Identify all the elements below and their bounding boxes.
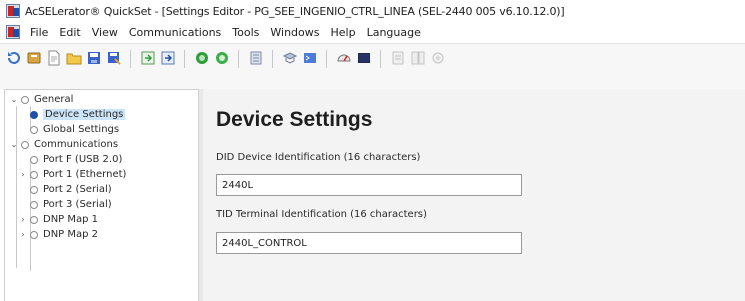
settings-node-icon <box>30 185 38 194</box>
menu-windows[interactable]: Windows <box>266 26 326 39</box>
toolbar-separator <box>130 50 131 68</box>
tree-item-port-1[interactable]: › Port 1 (Ethernet) <box>18 167 126 182</box>
menu-tools[interactable]: Tools <box>228 26 266 39</box>
event-history-icon[interactable] <box>356 50 372 66</box>
tree-item-label: Device Settings <box>43 109 126 120</box>
help-topics-icon[interactable] <box>282 50 298 66</box>
tree-item-label: Port 3 (Serial) <box>43 199 112 210</box>
tree-item-label: DNP Map 2 <box>43 229 99 240</box>
tid-field-label: TID Terminal Identification (16 characte… <box>216 209 427 220</box>
menu-communications[interactable]: Communications <box>125 26 228 39</box>
toolbar-separator <box>326 50 327 68</box>
terminal-window-icon[interactable] <box>302 50 318 66</box>
settings-database-icon[interactable] <box>26 50 42 66</box>
menu-view[interactable]: View <box>88 26 125 39</box>
toolbar-separator <box>380 50 381 68</box>
tree-guide-line <box>16 106 17 268</box>
menu-edit[interactable]: Edit <box>55 26 87 39</box>
save-icon[interactable] <box>86 50 102 66</box>
send-settings-icon[interactable] <box>160 50 176 66</box>
disabled-report-icon <box>392 51 404 65</box>
tree-item-communications[interactable]: ⌄ Communications <box>9 137 118 152</box>
menu-file[interactable]: File <box>26 26 55 39</box>
tree-item-port-3[interactable]: Port 3 (Serial) <box>30 197 112 212</box>
disconnect-icon[interactable] <box>214 50 230 66</box>
bullet-icon <box>30 110 38 119</box>
settings-node-icon <box>30 230 38 239</box>
tree-item-label: Global Settings <box>43 124 120 135</box>
connect-icon[interactable] <box>194 50 210 66</box>
tree-item-label: Port F (USB 2.0) <box>43 154 123 165</box>
settings-node-icon <box>21 140 29 149</box>
toolbar-separator <box>238 50 239 68</box>
settings-tree: ⌄ General Device Settings Global Setting… <box>4 89 199 301</box>
tree-item-port-f[interactable]: Port F (USB 2.0) <box>30 152 122 167</box>
settings-node-icon <box>30 200 38 209</box>
tree-item-label: Port 2 (Serial) <box>43 184 112 195</box>
menu-language[interactable]: Language <box>363 26 428 39</box>
title-bar: AcSELerator® QuickSet - [Settings Editor… <box>0 0 745 22</box>
tree-item-device-settings[interactable]: Device Settings <box>30 107 126 122</box>
tid-terminal-identification-input[interactable] <box>216 232 522 254</box>
toolbar-separator <box>184 50 185 68</box>
disabled-settings-icon <box>432 52 444 64</box>
chevron-right-icon[interactable]: › <box>18 170 28 179</box>
menu-bar: File Edit View Communications Tools Wind… <box>0 22 745 42</box>
refresh-icon[interactable] <box>6 50 22 66</box>
tree-item-label: Port 1 (Ethernet) <box>43 169 127 180</box>
chevron-down-icon[interactable]: ⌄ <box>9 95 19 104</box>
tree-item-general[interactable]: ⌄ General <box>9 92 74 107</box>
toolbar-separator <box>272 50 273 68</box>
quickset-app-icon <box>6 4 20 18</box>
toolbar <box>0 43 745 89</box>
page-title: Device Settings <box>216 108 373 131</box>
tree-item-global-settings[interactable]: Global Settings <box>30 122 119 137</box>
chevron-right-icon[interactable]: › <box>18 215 28 224</box>
did-field-label: DID Device Identification (16 characters… <box>216 152 421 163</box>
settings-node-icon <box>30 215 38 224</box>
new-document-icon[interactable] <box>46 50 62 66</box>
menu-help[interactable]: Help <box>327 26 363 39</box>
tree-item-label: Communications <box>34 139 119 150</box>
open-folder-icon[interactable] <box>66 50 82 66</box>
read-settings-icon[interactable] <box>140 50 156 66</box>
settings-node-icon <box>30 155 38 164</box>
tree-item-label: DNP Map 1 <box>43 214 99 225</box>
save-as-icon[interactable] <box>106 50 122 66</box>
communication-parameters-icon[interactable] <box>248 50 264 66</box>
tree-item-port-2[interactable]: Port 2 (Serial) <box>30 182 112 197</box>
tree-item-dnp-map-2[interactable]: › DNP Map 2 <box>18 227 98 242</box>
chevron-right-icon[interactable]: › <box>18 230 28 239</box>
tree-item-dnp-map-1[interactable]: › DNP Map 1 <box>18 212 98 227</box>
window-title: AcSELerator® QuickSet - [Settings Editor… <box>25 4 565 18</box>
tree-item-label: General <box>34 94 74 105</box>
settings-node-icon <box>21 95 29 104</box>
settings-node-icon <box>30 170 38 179</box>
editor-window-icon[interactable] <box>6 25 20 39</box>
did-device-identification-input[interactable] <box>216 174 522 196</box>
disabled-compare-icon <box>411 51 425 65</box>
settings-node-icon <box>30 125 38 134</box>
chevron-down-icon[interactable]: ⌄ <box>9 140 19 149</box>
hmi-icon[interactable] <box>336 50 352 66</box>
settings-editor-pane: Device Settings DID Device Identificatio… <box>203 89 745 301</box>
